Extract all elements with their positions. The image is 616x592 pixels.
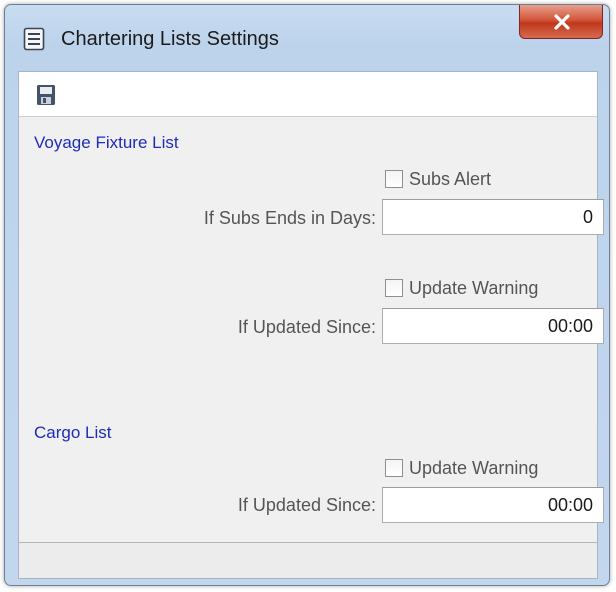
- cargo-update-warning-label: Update Warning: [409, 458, 539, 478]
- cargo-update-warning-checkbox-row[interactable]: Update Warning: [385, 458, 585, 480]
- voyage-update-warning-checkbox-row[interactable]: Update Warning: [385, 278, 585, 300]
- cargo-update-warning-checkbox[interactable]: [385, 459, 403, 477]
- close-button[interactable]: [519, 5, 603, 39]
- subs-days-label: If Subs Ends in Days:: [203, 208, 376, 228]
- save-disk-icon[interactable]: [35, 84, 57, 106]
- voyage-update-warning-checkbox[interactable]: [385, 279, 403, 297]
- window-title: Chartering Lists Settings: [61, 28, 279, 50]
- voyage-fixture-list-heading: Voyage Fixture List: [34, 133, 179, 152]
- close-icon: [554, 14, 570, 30]
- settings-window: Chartering Lists Settings Voyage Fixture…: [4, 4, 610, 586]
- voyage-update-warning-label: Update Warning: [409, 278, 539, 298]
- cargo-list-heading: Cargo List: [34, 423, 112, 442]
- list-window-icon: [23, 27, 45, 51]
- status-bar: [18, 542, 598, 579]
- subs-alert-checkbox-row[interactable]: Subs Alert: [385, 169, 565, 191]
- toolbar: [18, 71, 598, 117]
- voyage-updated-since-input[interactable]: [382, 308, 604, 344]
- cargo-updated-since-label: If Updated Since:: [237, 495, 376, 515]
- subs-alert-checkbox[interactable]: [385, 170, 403, 188]
- title-bar[interactable]: Chartering Lists Settings: [5, 5, 609, 67]
- settings-panel: Voyage Fixture List Subs Alert If Subs E…: [18, 117, 604, 542]
- cargo-updated-since-input[interactable]: [382, 487, 604, 523]
- subs-days-input[interactable]: [382, 199, 604, 235]
- subs-alert-label: Subs Alert: [409, 169, 492, 189]
- voyage-updated-since-label: If Updated Since:: [237, 317, 376, 337]
